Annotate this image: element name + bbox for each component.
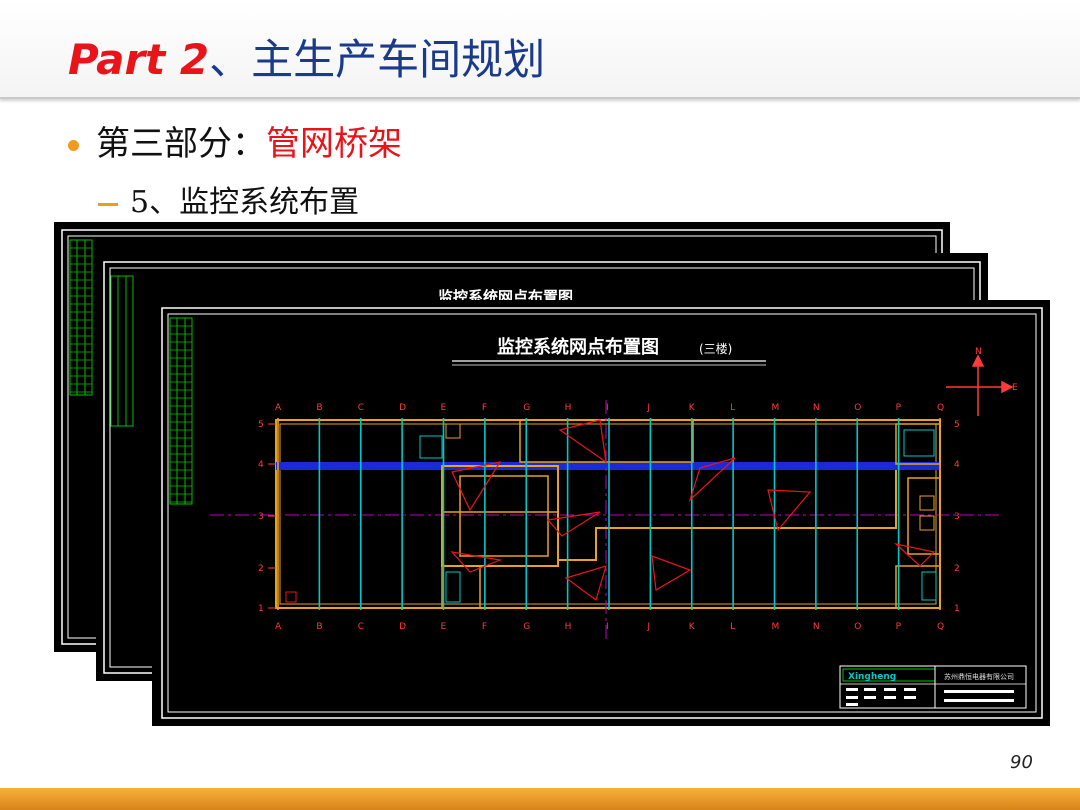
axis-letter-bottom: C xyxy=(358,622,364,632)
axis-letter-top: H xyxy=(565,403,572,413)
axis-letter-bottom: J xyxy=(646,622,650,632)
axis-letter-top: E xyxy=(441,403,447,413)
axis-letter-bottom: A xyxy=(275,622,282,632)
axis-number-right: 4 xyxy=(954,460,960,470)
axis-letter-bottom: M xyxy=(772,622,780,632)
axis-letter-top: I xyxy=(606,403,609,413)
axis-letter-top: F xyxy=(482,403,487,413)
axis-number-right: 5 xyxy=(954,420,960,430)
axis-letter-bottom: H xyxy=(565,622,572,632)
axis-letter-top: C xyxy=(358,403,364,413)
axis-letter-bottom: B xyxy=(316,622,322,632)
axis-number-right: 3 xyxy=(954,512,960,522)
axis-letter-top: Q xyxy=(937,403,944,413)
axis-letter-top: O xyxy=(854,403,861,413)
compass-east-label: E xyxy=(1012,383,1018,393)
axis-letter-bottom: N xyxy=(813,622,820,632)
corridor-band xyxy=(276,462,940,470)
axis-letter-bottom: O xyxy=(854,622,861,632)
title-block-company: 苏州鼎恒电器有限公司 xyxy=(944,672,1014,681)
drawing-title: 监控系统网点布置图 xyxy=(497,336,659,358)
footer-bar xyxy=(0,788,1080,810)
axis-number-left: 4 xyxy=(258,460,264,470)
page-number: 90 xyxy=(1010,752,1033,773)
axis-number-left: 5 xyxy=(258,420,264,430)
compass-north-label: N xyxy=(975,347,982,357)
axis-letter-top: L xyxy=(730,403,735,413)
title-block-brand: Xingheng xyxy=(848,672,896,682)
axis-letter-bottom: F xyxy=(482,622,487,632)
axis-number-left: 1 xyxy=(258,604,264,614)
axis-letter-bottom: L xyxy=(730,622,735,632)
axis-letter-bottom: I xyxy=(606,622,609,632)
axis-letter-top: G xyxy=(523,403,530,413)
cad-drawing-stack: 监控系统网点布置图 监控系统网点布置图 (三楼) N E A B C D E F… xyxy=(54,222,1050,726)
axis-letter-top: P xyxy=(896,403,902,413)
axis-letter-bottom: E xyxy=(441,622,447,632)
axis-letter-bottom: P xyxy=(896,622,902,632)
axis-letter-top: N xyxy=(813,403,820,413)
axis-number-right: 1 xyxy=(954,604,960,614)
axis-letter-top: B xyxy=(316,403,322,413)
axis-letter-top: A xyxy=(275,403,282,413)
axis-letter-bottom: G xyxy=(523,622,530,632)
axis-letter-top: D xyxy=(399,403,406,413)
axis-letter-top: M xyxy=(772,403,780,413)
cad-sheet-front: 监控系统网点布置图 (三楼) N E A B C D E F G H I J K… xyxy=(152,300,1050,726)
axis-letter-bottom: D xyxy=(399,622,406,632)
axis-number-left: 2 xyxy=(258,564,264,574)
axis-number-left: 3 xyxy=(258,512,264,522)
drawing-title-suffix: (三楼) xyxy=(699,341,732,356)
axis-letter-top: J xyxy=(646,403,650,413)
axis-number-right: 2 xyxy=(954,564,960,574)
axis-letter-bottom: Q xyxy=(937,622,944,632)
